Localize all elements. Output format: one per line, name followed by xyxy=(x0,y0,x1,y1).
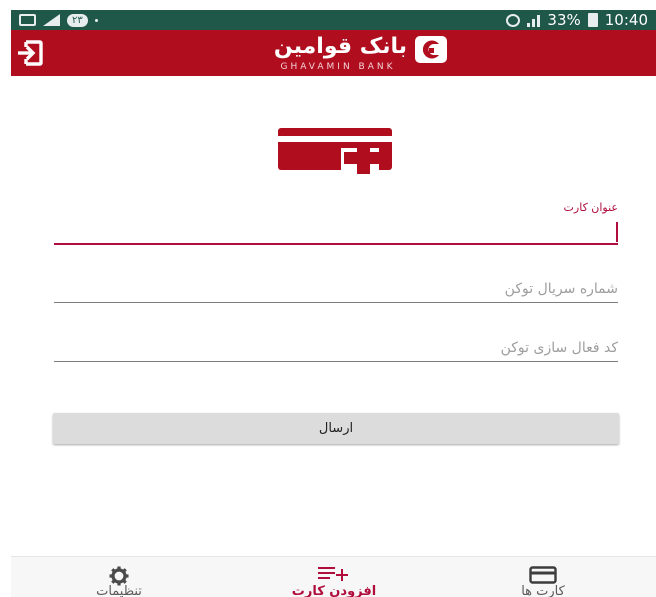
bank-logo: بانک قوامین GHAVAMIN BANK xyxy=(223,34,453,74)
token-serial-input[interactable] xyxy=(54,276,618,302)
app-bar: بانک قوامین GHAVAMIN BANK xyxy=(11,30,656,76)
token-serial-field[interactable] xyxy=(54,276,618,304)
nav-item-settings[interactable]: تنظیمات xyxy=(39,557,199,597)
nav-label-settings: تنظیمات xyxy=(96,584,142,597)
status-right: 33% 10:40 xyxy=(506,11,648,29)
token-activation-underline xyxy=(54,361,618,362)
logo-mark-icon xyxy=(415,36,447,63)
token-activation-input[interactable] xyxy=(54,335,618,361)
card-title-underline xyxy=(54,243,618,245)
battery-icon xyxy=(587,13,598,27)
status-bar: ۲۳ 33% 10:40 xyxy=(11,10,656,30)
logo-subtitle: GHAVAMIN BANK xyxy=(280,62,396,72)
signal-notification-icon xyxy=(43,14,60,26)
exit-button[interactable] xyxy=(15,38,45,68)
add-card-icon xyxy=(278,128,392,174)
logo-name: بانک قوامین xyxy=(273,34,407,59)
nav-item-cards[interactable]: کارت ها xyxy=(463,557,623,597)
status-left: ۲۳ xyxy=(19,13,98,27)
card-icon xyxy=(529,566,557,584)
card-title-field[interactable]: عنوان کارت xyxy=(54,201,618,247)
bottom-nav: کارت ها افزودن کارت تنظیمات xyxy=(11,556,656,597)
nav-label-cards: کارت ها xyxy=(521,584,565,597)
add-list-icon xyxy=(318,567,348,581)
alarm-icon xyxy=(506,13,521,27)
signal-strength-icon xyxy=(527,14,541,27)
nav-label-add-card: افزودن کارت xyxy=(291,584,377,597)
exit-icon xyxy=(18,40,43,66)
notification-badge: ۲۳ xyxy=(67,13,88,27)
submit-button[interactable]: ارسال xyxy=(53,413,619,444)
token-activation-field[interactable] xyxy=(54,335,618,363)
gallery-notification-icon xyxy=(19,14,36,26)
card-title-label: عنوان کارت xyxy=(563,201,618,214)
battery-percent: 33% xyxy=(547,11,581,29)
token-serial-underline xyxy=(54,302,618,303)
nav-item-add-card[interactable]: افزودن کارت xyxy=(254,557,414,597)
more-notifications-icon xyxy=(94,18,98,22)
text-cursor xyxy=(616,222,618,242)
gear-icon xyxy=(109,566,129,586)
clock: 10:40 xyxy=(604,11,648,29)
